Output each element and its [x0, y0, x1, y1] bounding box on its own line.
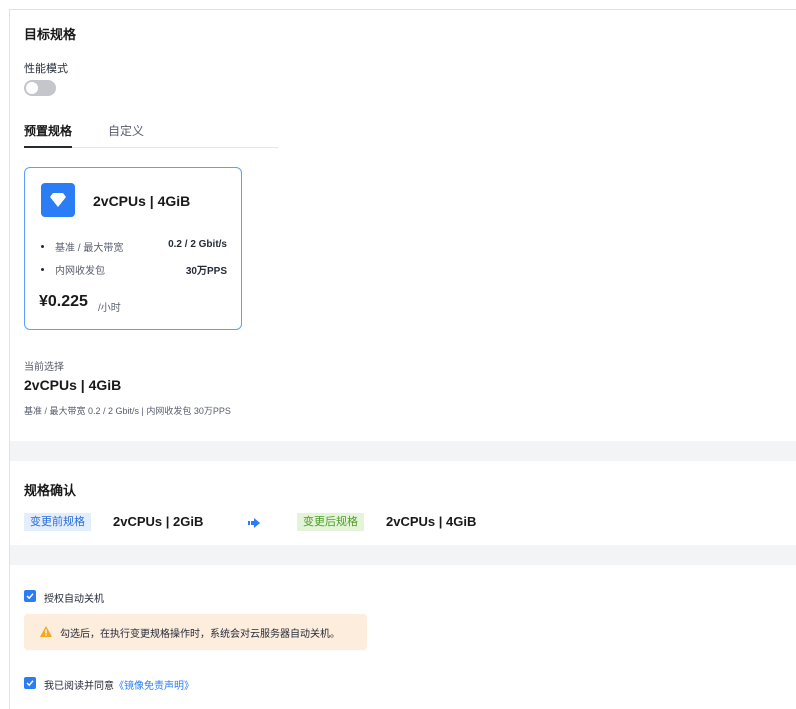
agree-checkbox[interactable] [24, 677, 36, 689]
performance-mode-label: 性能模式 [24, 63, 68, 75]
spec-confirm-title: 规格确认 [24, 483, 77, 498]
agree-prefix: 我已阅读并同意 [44, 681, 114, 692]
bullet-icon [41, 268, 44, 271]
auto-shutdown-checkbox[interactable] [24, 590, 36, 602]
agree-statement: 我已阅读并同意《镜像免责声明》 [44, 677, 194, 692]
warning-icon [40, 626, 52, 640]
toggle-knob [26, 82, 38, 94]
shutdown-warning: 勾选后，在执行变更规格操作时，系统会对云服务器自动关机。 [24, 614, 367, 650]
before-spec-tag: 变更前规格 [24, 513, 91, 531]
spec-card-2vcpu-4gib[interactable]: 2vCPUs | 4GiB 基准 / 最大带宽 0.2 / 2 Gbit/s 内… [24, 167, 242, 330]
current-selection-label: 当前选择 [24, 362, 64, 373]
pps-label: 内网收发包 [55, 266, 105, 277]
diamond-icon [41, 183, 75, 217]
tab-custom-spec[interactable]: 自定义 [108, 122, 144, 148]
before-spec-value: 2vCPUs | 2GiB [113, 514, 204, 529]
bullet-icon [41, 245, 44, 248]
current-selection-spec: 2vCPUs | 4GiB [24, 377, 122, 393]
card-spec-name: 2vCPUs | 4GiB [93, 193, 191, 209]
current-selection-detail: 基准 / 最大带宽 0.2 / 2 Gbit/s | 内网收发包 30万PPS [24, 406, 231, 416]
tab-preset-spec[interactable]: 预置规格 [24, 122, 72, 148]
bandwidth-label: 基准 / 最大带宽 [55, 243, 124, 254]
bandwidth-value: 0.2 / 2 Gbit/s [168, 239, 227, 250]
right-arrow-icon [248, 517, 260, 531]
section-divider [10, 441, 796, 461]
after-spec-tag: 变更后规格 [297, 513, 364, 531]
pps-value: 30万PPS [185, 266, 227, 277]
target-spec-title: 目标规格 [24, 27, 77, 42]
flavor-change-panel: 目标规格 性能模式 预置规格 自定义 2vCPUs | 4GiB 基准 / 最大… [9, 9, 796, 709]
section-divider [10, 545, 796, 565]
auto-shutdown-label[interactable]: 授权自动关机 [44, 590, 104, 605]
card-price: ¥0.225 [39, 293, 88, 310]
image-disclaimer-link[interactable]: 《镜像免责声明》 [114, 681, 194, 692]
spec-tabs: 预置规格 自定义 [24, 118, 278, 148]
warning-text: 勾选后，在执行变更规格操作时，系统会对云服务器自动关机。 [60, 629, 340, 640]
after-spec-value: 2vCPUs | 4GiB [386, 514, 477, 529]
performance-mode-toggle[interactable] [24, 80, 56, 96]
card-price-unit: /小时 [98, 303, 121, 314]
